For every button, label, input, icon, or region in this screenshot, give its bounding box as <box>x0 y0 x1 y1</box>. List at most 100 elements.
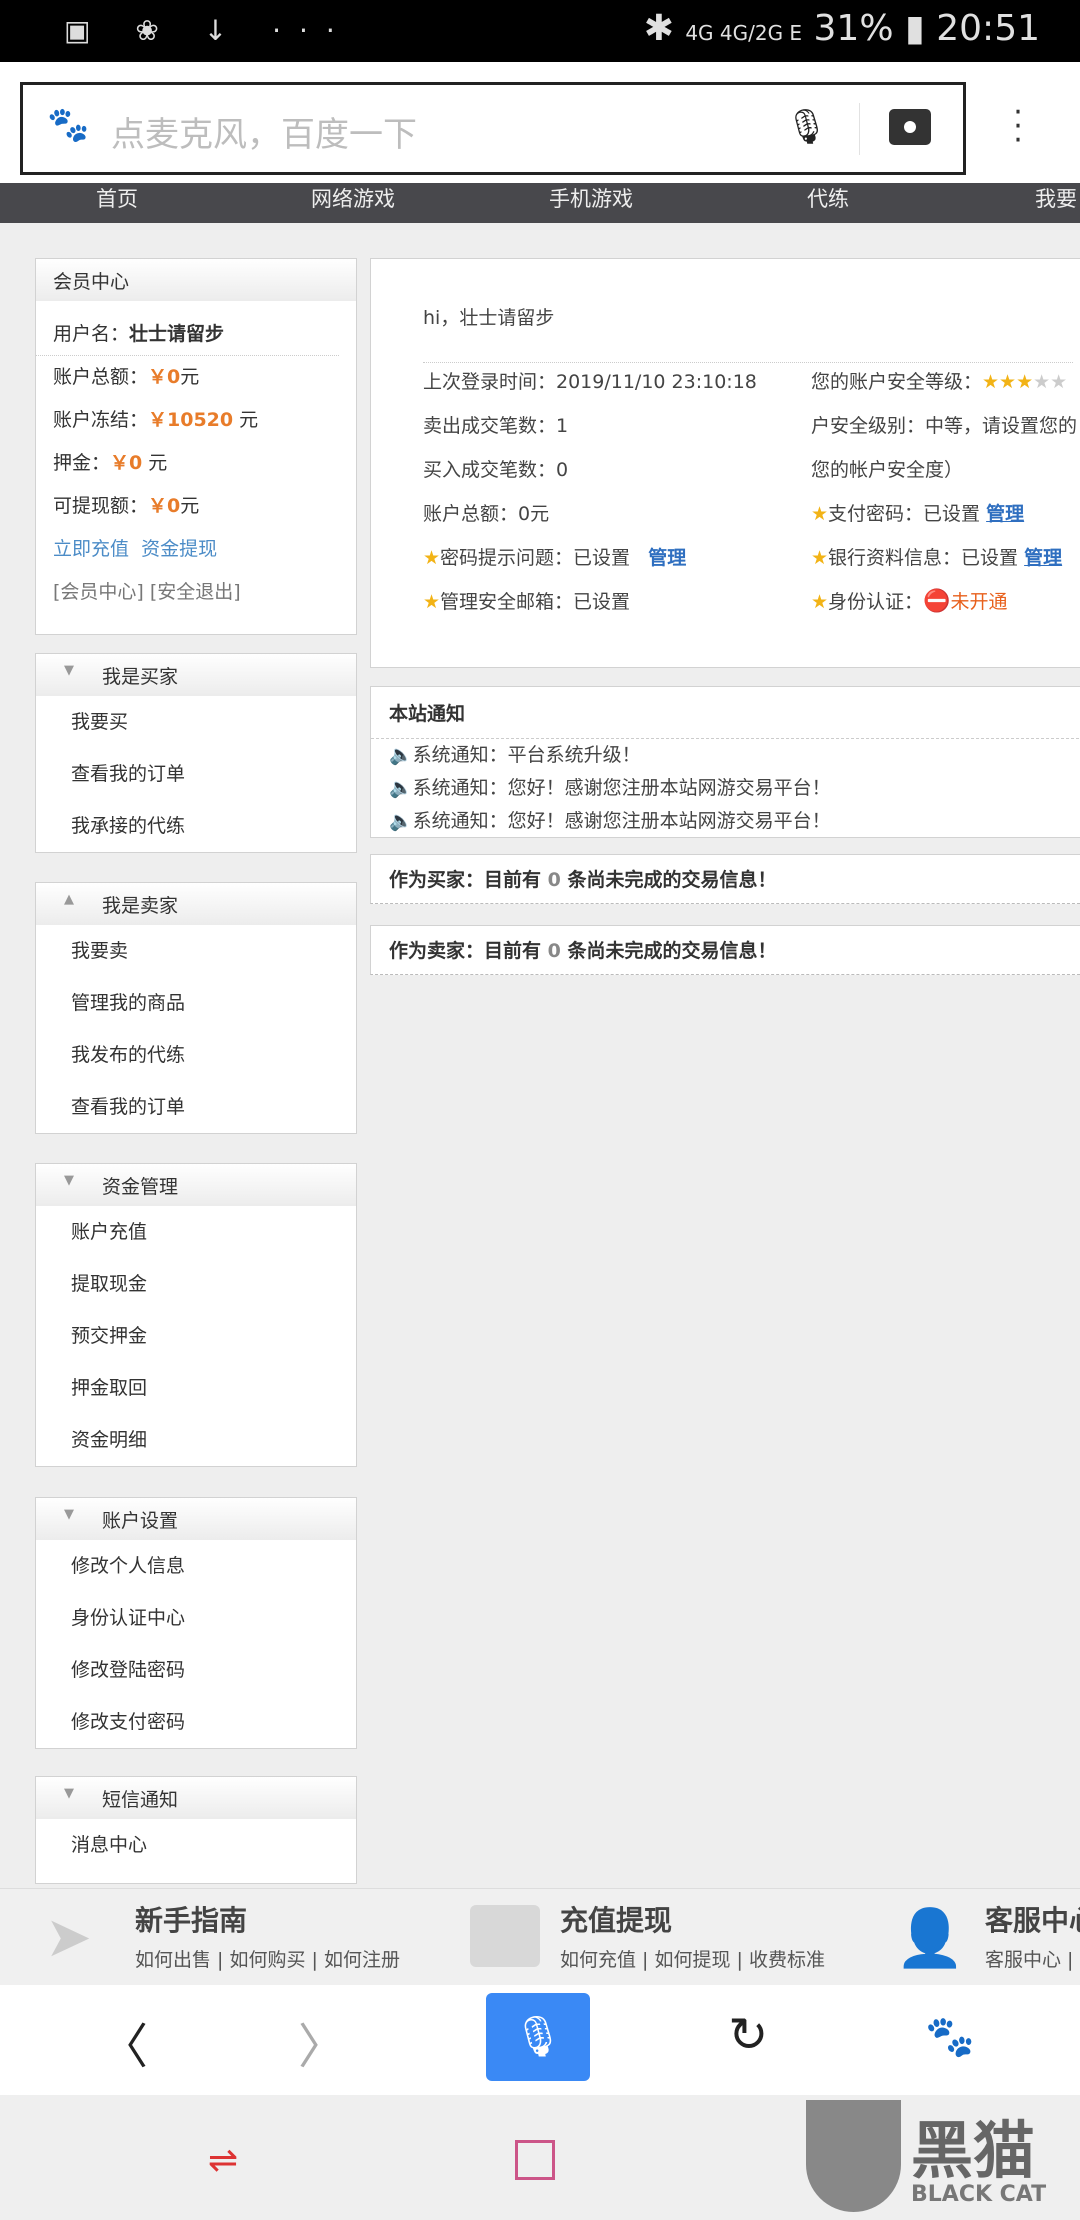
menu-item[interactable]: 我承接的代练 <box>36 800 356 852</box>
menu-item[interactable]: 修改支付密码 <box>36 1696 356 1748</box>
notice-item[interactable]: 🔈系统通知：您好！感谢您注册本站网游交易平台！ <box>371 772 1080 805</box>
notice-item[interactable]: 🔈系统通知：您好！感谢您注册本站网游交易平台！ <box>371 805 1080 838</box>
watermark-subtext: BLACK CAT <box>911 2182 1047 2207</box>
notice-text: 系统通知：您好！感谢您注册本站网游交易平台！ <box>412 810 831 832</box>
cat-shield-logo <box>806 2100 901 2212</box>
star-icon: ★ <box>423 547 441 569</box>
withdrawable-row: 可提现额：￥0元 <box>36 485 356 528</box>
network-icon: 4G 4G/2G E <box>685 21 803 45</box>
footer-links[interactable]: 如何充值 | 如何提现 | 收费标准 <box>560 1945 825 1972</box>
logout-link[interactable]: [安全退出] <box>150 581 241 603</box>
baidu-logo-icon: 🐾 <box>47 105 90 145</box>
pay-pwd-row: ★支付密码：已设置 管理 <box>811 499 1024 526</box>
nav-mobile-games[interactable]: 手机游戏 <box>549 183 633 213</box>
divider <box>859 103 860 155</box>
chevron-up-icon: ▲ <box>64 892 74 907</box>
sold-count: 卖出成交笔数：1 <box>423 415 569 437</box>
label: 账户总额： <box>53 366 149 388</box>
action-links: 立即充值 资金提现 <box>36 528 356 571</box>
manage-link[interactable]: 管理 <box>648 547 686 569</box>
site-nav: 首页 网络游戏 手机游戏 代练 我要 <box>0 183 1080 223</box>
buyer-section: ▼ 我是买家 我要买 查看我的订单 我承接的代练 <box>35 653 357 853</box>
section-header[interactable]: ▼ 短信通知 <box>36 1777 356 1819</box>
withdrawable-value: ￥0 <box>148 495 181 517</box>
account-settings-section: ▼ 账户设置 修改个人信息 身份认证中心 修改登陆密码 修改支付密码 <box>35 1497 357 1749</box>
seller-pending-text: 作为卖家：目前有 0 条尚未完成的交易信息！ <box>371 926 1080 963</box>
menu-item[interactable]: 查看我的订单 <box>36 1081 356 1133</box>
menu-item[interactable]: 我要买 <box>36 696 356 748</box>
buyer-pending: 作为买家：目前有 0 条尚未完成的交易信息！ <box>370 854 1080 904</box>
clock: 20:51 <box>936 8 1040 49</box>
footer-links[interactable]: 如何出售 | 如何购买 | 如何注册 <box>135 1945 400 1972</box>
footer-links[interactable]: 客服中心 | <box>985 1945 1080 1972</box>
menu-item[interactable]: 预交押金 <box>36 1310 356 1362</box>
back-icon[interactable]: 〈 <box>100 2007 148 2077</box>
menu-item[interactable]: 提取现金 <box>36 1258 356 1310</box>
watermark-text: 黑猫 <box>911 2114 1036 2187</box>
deposit-row: 押金：￥0 元 <box>36 442 356 485</box>
menu-item[interactable]: 修改个人信息 <box>36 1540 356 1592</box>
home-icon[interactable] <box>515 2140 555 2180</box>
bank-row: ★银行资料信息：已设置 管理 <box>811 543 1062 570</box>
refresh-icon[interactable]: ↻ <box>728 2007 768 2063</box>
menu-item[interactable]: 管理我的商品 <box>36 977 356 1029</box>
recent-apps-icon[interactable]: ⇌ <box>208 2140 238 2181</box>
section-header[interactable]: ▲ 我是卖家 <box>36 883 356 925</box>
menu-item[interactable]: 账户充值 <box>36 1206 356 1258</box>
microphone-icon: 🎙 <box>512 2014 564 2060</box>
voice-search-button[interactable]: 🎙 <box>486 1993 590 2081</box>
menu-item[interactable]: 身份认证中心 <box>36 1592 356 1644</box>
menu-item[interactable]: 我发布的代练 <box>36 1029 356 1081</box>
speaker-icon: 🔈 <box>389 777 413 799</box>
section-header[interactable]: ▼ 资金管理 <box>36 1164 356 1206</box>
label: 作为买家：目前有 <box>389 869 548 891</box>
user-icon: 👤 <box>895 1906 965 1971</box>
more-menu-icon[interactable]: · · · <box>1008 98 1028 156</box>
nav-online-games[interactable]: 网络游戏 <box>311 183 395 213</box>
search-box[interactable]: 🐾 点麦克风，百度一下 🎙 <box>20 82 966 175</box>
site-notices: 本站通知 🔈系统通知：平台系统升级！ 🔈系统通知：您好！感谢您注册本站网游交易平… <box>370 686 1080 838</box>
notification-icons: ▣ ❀ ↓ ··· <box>64 14 353 47</box>
star-icon: ★ <box>811 591 829 613</box>
total-row: 账户总额：￥0元 <box>36 356 356 399</box>
manage-link[interactable]: 管理 <box>986 503 1024 525</box>
withdraw-link[interactable]: 资金提现 <box>141 538 217 560</box>
nav-home[interactable]: 首页 <box>96 183 138 213</box>
menu-item[interactable]: 查看我的订单 <box>36 748 356 800</box>
footer-guide: ➤ 新手指南 如何出售 | 如何购买 | 如何注册 <box>45 1899 400 1972</box>
nav-boosting[interactable]: 代练 <box>807 183 849 213</box>
menu-item[interactable]: 资金明细 <box>36 1414 356 1466</box>
balance: 账户总额：0元 <box>423 503 550 525</box>
label: 密码提示问题：已设置 <box>440 547 631 569</box>
menu-item[interactable]: 消息中心 <box>36 1819 356 1871</box>
member-center-box: 会员中心 用户名：壮士请留步 账户总额：￥0元 账户冻结：￥10520 元 押金… <box>35 258 357 635</box>
seller-pending: 作为卖家：目前有 0 条尚未完成的交易信息！ <box>370 925 1080 975</box>
section-header[interactable]: ▼ 账户设置 <box>36 1498 356 1540</box>
seller-section: ▲ 我是卖家 我要卖 管理我的商品 我发布的代练 查看我的订单 <box>35 882 357 1134</box>
forward-icon[interactable]: 〉 <box>298 2007 346 2077</box>
footer-title: 客服中心 <box>985 1904 1080 1937</box>
label: 押金： <box>53 452 111 474</box>
search-input[interactable]: 点麦克风，百度一下 <box>111 107 417 156</box>
nav-more[interactable]: 我要 <box>1035 183 1077 213</box>
manage-link[interactable]: 管理 <box>1024 547 1062 569</box>
bluetooth-icon: ✱ <box>643 8 674 49</box>
menu-item[interactable]: 我要卖 <box>36 925 356 977</box>
microphone-icon[interactable]: 🎙 <box>785 107 828 147</box>
label: 管理安全邮箱：已设置 <box>440 591 631 613</box>
chevron-down-icon: ▼ <box>64 1786 74 1801</box>
menu-item[interactable]: 押金取回 <box>36 1362 356 1414</box>
camera-icon[interactable] <box>889 109 931 145</box>
baidu-home-icon[interactable]: 🐾 <box>925 2013 975 2060</box>
label: 作为卖家：目前有 <box>389 940 548 962</box>
section-title: 我是卖家 <box>102 895 179 917</box>
paper-plane-icon: ➤ <box>45 1905 92 1970</box>
member-center-link[interactable]: [会员中心] <box>53 581 144 603</box>
label: 条尚未完成的交易信息！ <box>560 940 777 962</box>
section-header[interactable]: ▼ 我是买家 <box>36 654 356 696</box>
pwd-hint-row: ★密码提示问题：已设置 管理 <box>423 543 686 570</box>
menu-item[interactable]: 修改登陆密码 <box>36 1644 356 1696</box>
notice-item[interactable]: 🔈系统通知：平台系统升级！ <box>371 739 1080 772</box>
recharge-link[interactable]: 立即充值 <box>53 538 129 560</box>
status-bar: ▣ ❀ ↓ ··· ✱ 4G 4G/2G E 31% ▮ 20:51 <box>0 0 1080 62</box>
